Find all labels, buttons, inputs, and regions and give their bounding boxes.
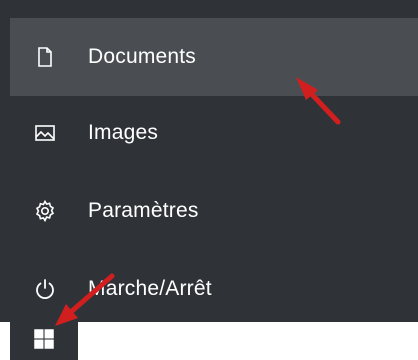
menu-item-marche-arret[interactable]: Marche/Arrêt [10, 250, 418, 328]
menu-item-label: Paramètres [88, 199, 199, 222]
gear-icon [32, 198, 58, 224]
image-icon [32, 120, 58, 146]
start-menu-edge [0, 0, 10, 322]
menu-item-documents[interactable]: Documents [10, 18, 418, 96]
menu-item-label: Images [88, 121, 159, 144]
start-menu: Documents Images Paramètres Marche/Arrêt [0, 0, 418, 322]
menu-item-label: Documents [88, 45, 197, 68]
start-button[interactable] [10, 322, 78, 360]
power-icon [32, 276, 58, 302]
menu-item-images[interactable]: Images [10, 94, 418, 172]
menu-item-label: Marche/Arrêt [88, 277, 212, 300]
windows-logo-icon [31, 326, 57, 357]
document-icon [32, 44, 58, 70]
menu-item-parametres[interactable]: Paramètres [10, 172, 418, 250]
